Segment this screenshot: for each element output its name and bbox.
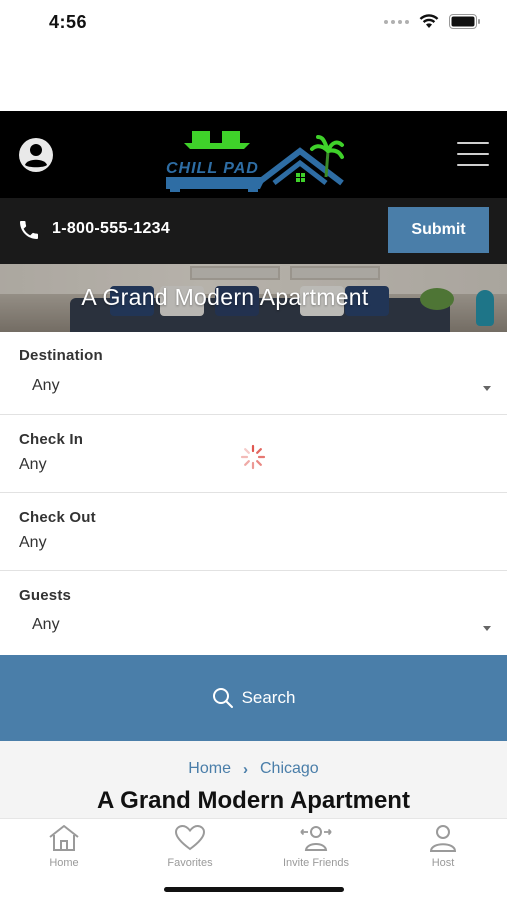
tab-favorites[interactable]: Favorites	[127, 823, 253, 869]
home-indicator[interactable]	[164, 887, 344, 892]
check-in-input[interactable]: Any	[19, 456, 47, 474]
page-title: A Grand Modern Apartment	[97, 787, 410, 814]
chevron-down-icon[interactable]	[483, 626, 491, 631]
wifi-icon	[419, 14, 439, 28]
tab-invite-friends-label: Invite Friends	[282, 857, 350, 869]
search-button[interactable]: Search	[0, 655, 507, 741]
search-button-label: Search	[241, 688, 296, 707]
tab-host-label: Host	[431, 857, 455, 869]
home-icon	[49, 825, 79, 851]
status-bar: 4:56	[0, 0, 507, 46]
breadcrumb: Home › Chicago	[0, 760, 507, 778]
chevron-down-icon[interactable]	[483, 386, 491, 391]
tab-home[interactable]: Home	[1, 823, 127, 869]
logo-graphic: CHILL PAD	[166, 131, 344, 192]
destination-label: Destination	[19, 347, 103, 364]
logo-text: CHILL PAD	[166, 160, 259, 177]
account-circle-icon[interactable]	[18, 137, 54, 173]
guests-field[interactable]: Guests Any	[0, 571, 507, 655]
invite-friends-icon	[300, 826, 332, 851]
battery-icon	[449, 14, 480, 29]
check-in-label: Check In	[19, 431, 84, 448]
destination-select[interactable]: Any	[32, 377, 60, 395]
breadcrumb-city-link[interactable]: Chicago	[260, 760, 319, 778]
hero-title: A Grand Modern Apartment	[81, 284, 369, 310]
header-bar: CHILL PAD	[0, 111, 507, 198]
status-time: 4:56	[49, 12, 88, 32]
check-out-input[interactable]: Any	[19, 534, 47, 552]
signal-icon	[384, 19, 409, 24]
hamburger-menu-icon[interactable]	[457, 142, 489, 166]
tab-home-label: Home	[49, 857, 79, 869]
check-out-label: Check Out	[19, 509, 96, 526]
phone-icon[interactable]	[17, 218, 41, 242]
person-icon	[429, 825, 457, 852]
tab-favorites-label: Favorites	[167, 857, 213, 869]
chill-pad-logo[interactable]: CHILL PAD	[162, 121, 348, 195]
guests-label: Guests	[19, 587, 72, 604]
status-icons	[384, 14, 481, 29]
listing-details: Home › Chicago A Grand Modern Apartment	[0, 741, 507, 818]
phone-number-link[interactable]: 1-800-555-1234	[52, 220, 170, 238]
check-out-field[interactable]: Check Out Any	[0, 493, 507, 571]
heart-icon	[174, 824, 206, 851]
loading-spinner-icon	[240, 444, 266, 470]
submit-button[interactable]: Submit	[388, 207, 489, 253]
chevron-right-icon: ›	[242, 760, 248, 778]
search-icon	[212, 688, 233, 708]
guests-select[interactable]: Any	[32, 616, 60, 634]
breadcrumb-home-link[interactable]: Home	[188, 760, 231, 778]
hero-banner: A Grand Modern Apartment	[0, 264, 507, 332]
tab-host[interactable]: Host	[380, 823, 506, 869]
destination-field[interactable]: Destination Any	[0, 332, 507, 415]
tab-invite-friends[interactable]: Invite Friends	[253, 823, 379, 869]
contact-bar: 1-800-555-1234 Submit	[0, 198, 507, 264]
